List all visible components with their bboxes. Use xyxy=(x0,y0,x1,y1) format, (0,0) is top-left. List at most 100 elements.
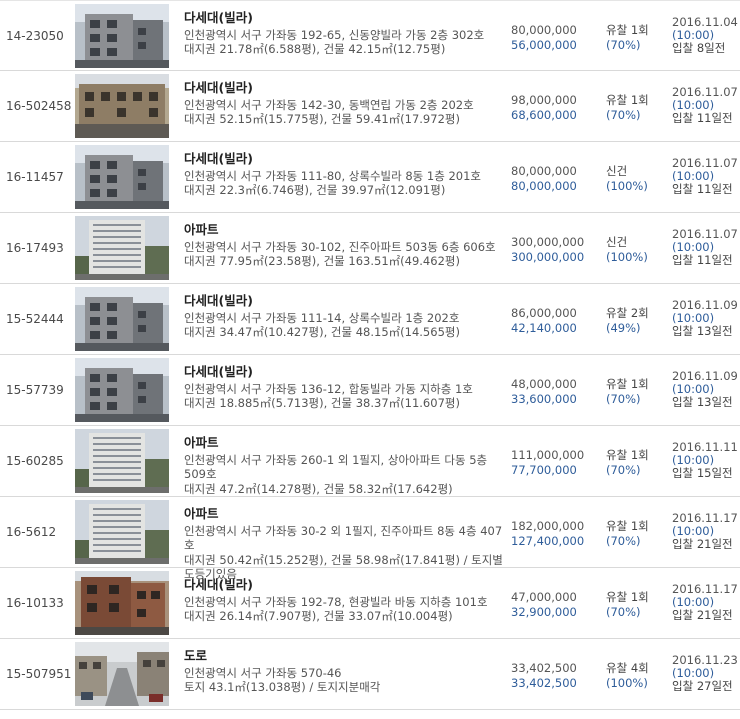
case-number[interactable]: 15-52444 xyxy=(6,284,64,354)
auction-row[interactable]: 15-57739 다세대(빌라) 인천광역시 서구 가좌동 136-12, 합동… xyxy=(0,355,740,426)
price-block: 86,000,000 42,140,000 xyxy=(511,306,577,335)
auction-status: 유찰 1회 (70%) xyxy=(606,23,649,52)
price-block: 80,000,000 56,000,000 xyxy=(511,23,577,52)
property-address: 인천광역시 서구 가좌동 136-12, 합동빌라 가동 지하층 1호 xyxy=(184,381,473,396)
villa-building-photo[interactable] xyxy=(75,287,169,351)
villa-building-photo[interactable] xyxy=(75,358,169,422)
status-label: 신건 xyxy=(606,235,628,249)
case-number[interactable]: 15-507951 xyxy=(6,639,71,709)
minimum-bid-price: 42,140,000 xyxy=(511,320,577,335)
appraisal-price: 48,000,000 xyxy=(511,377,577,391)
property-address: 인천광역시 서구 가좌동 260-1 외 1필지, 상아아파트 다동 5층 50… xyxy=(184,452,488,482)
auction-row[interactable]: 14-23050 다세대(빌라) 인천광역시 서구 가좌동 192-65, 신동… xyxy=(0,0,740,71)
property-type[interactable]: 다세대(빌라) xyxy=(184,80,504,96)
status-percent: (70%) xyxy=(606,462,641,477)
property-type[interactable]: 도로 xyxy=(184,648,504,664)
status-percent: (70%) xyxy=(606,604,641,619)
price-block: 300,000,000 300,000,000 xyxy=(511,235,584,264)
status-label: 유찰 4회 xyxy=(606,661,649,675)
villa-building-photo[interactable] xyxy=(75,145,169,209)
days-remaining: 입찰 21일전 xyxy=(672,537,733,551)
auction-status: 유찰 1회 (70%) xyxy=(606,93,649,122)
minimum-bid-price: 77,700,000 xyxy=(511,462,577,477)
days-remaining: 입찰 13일전 xyxy=(672,395,733,409)
property-address: 인천광역시 서구 가좌동 142-30, 동백연립 가동 2층 202호 xyxy=(184,97,474,112)
status-percent: (70%) xyxy=(606,533,641,548)
status-label: 신건 xyxy=(606,164,628,178)
case-number[interactable]: 16-502458 xyxy=(6,71,71,141)
minimum-bid-price: 300,000,000 xyxy=(511,249,585,264)
property-area: 대지권 47.2㎡(14.278평), 건물 58.32㎡(17.642평) xyxy=(184,481,453,496)
auction-row[interactable]: 15-52444 다세대(빌라) 인천광역시 서구 가좌동 111-14, 상록… xyxy=(0,284,740,355)
minimum-bid-price: 80,000,000 xyxy=(511,178,577,193)
property-info: 다세대(빌라) 인천광역시 서구 가좌동 111-14, 상록수빌라 1층 20… xyxy=(184,293,504,340)
row-house-photo[interactable] xyxy=(75,74,169,138)
property-area: 대지권 77.95㎡(23.58평), 건물 163.51㎡(49.462평) xyxy=(184,254,460,268)
auction-row[interactable]: 16-11457 다세대(빌라) 인천광역시 서구 가좌동 111-80, 상록… xyxy=(0,142,740,213)
appraisal-price: 182,000,000 xyxy=(511,519,585,533)
property-area: 토지 43.1㎡(13.038평) / 토지지분매각 xyxy=(184,680,381,694)
apartment-photo[interactable] xyxy=(75,216,169,280)
days-remaining: 입찰 21일전 xyxy=(672,608,733,622)
brick-building-photo[interactable] xyxy=(75,571,169,635)
days-remaining: 입찰 27일전 xyxy=(672,679,733,693)
case-number[interactable]: 16-5612 xyxy=(6,497,56,567)
property-type[interactable]: 다세대(빌라) xyxy=(184,364,504,380)
price-block: 33,402,500 33,402,500 xyxy=(511,661,577,690)
auction-status: 유찰 1회 (70%) xyxy=(606,590,649,619)
status-percent: (49%) xyxy=(606,320,641,335)
property-info: 다세대(빌라) 인천광역시 서구 가좌동 111-80, 상록수빌라 8동 1층… xyxy=(184,151,504,198)
property-info: 다세대(빌라) 인천광역시 서구 가좌동 142-30, 동백연립 가동 2층 … xyxy=(184,80,504,127)
property-info: 다세대(빌라) 인천광역시 서구 가좌동 192-78, 현광빌라 바동 지하층… xyxy=(184,577,504,624)
property-type[interactable]: 아파트 xyxy=(184,435,504,451)
price-block: 47,000,000 32,900,000 xyxy=(511,590,577,619)
case-number[interactable]: 16-17493 xyxy=(6,213,64,283)
property-type[interactable]: 아파트 xyxy=(184,222,504,238)
days-remaining: 입찰 11일전 xyxy=(672,111,733,125)
case-number[interactable]: 15-60285 xyxy=(6,426,64,496)
villa-building-photo[interactable] xyxy=(75,4,169,68)
auction-row[interactable]: 15-507951 도로 인천광역시 서구 가좌동 570-46 토지 43.1… xyxy=(0,639,740,710)
case-number[interactable]: 16-10133 xyxy=(6,568,64,638)
road-photo[interactable] xyxy=(75,642,169,706)
property-type[interactable]: 다세대(빌라) xyxy=(184,577,504,593)
auction-date: 2016.11.07 (10:00) 입찰 11일전 xyxy=(672,86,738,125)
property-type[interactable]: 다세대(빌라) xyxy=(184,10,504,26)
auction-row[interactable]: 16-5612 아파트 인천광역시 서구 가좌동 30-2 외 1필지, 진주아… xyxy=(0,497,740,581)
apartment-photo[interactable] xyxy=(75,500,169,564)
status-label: 유찰 1회 xyxy=(606,93,649,107)
days-remaining: 입찰 11일전 xyxy=(672,182,733,196)
auction-row[interactable]: 15-60285 아파트 인천광역시 서구 가좌동 260-1 외 1필지, 상… xyxy=(0,426,740,497)
auction-date: 2016.11.17 (10:00) 입찰 21일전 xyxy=(672,512,738,551)
property-type[interactable]: 아파트 xyxy=(184,506,504,522)
minimum-bid-price: 68,600,000 xyxy=(511,107,577,122)
auction-date: 2016.11.07 (10:00) 입찰 11일전 xyxy=(672,157,738,196)
auction-row[interactable]: 16-502458 다세대(빌라) 인천광역시 서구 가좌동 142-30, 동… xyxy=(0,71,740,142)
auction-status: 유찰 1회 (70%) xyxy=(606,448,649,477)
property-type[interactable]: 다세대(빌라) xyxy=(184,293,504,309)
minimum-bid-price: 32,900,000 xyxy=(511,604,577,619)
property-address: 인천광역시 서구 가좌동 192-65, 신동양빌라 가동 2층 302호 xyxy=(184,27,485,42)
appraisal-price: 98,000,000 xyxy=(511,93,577,107)
property-type[interactable]: 다세대(빌라) xyxy=(184,151,504,167)
days-remaining: 입찰 13일전 xyxy=(672,324,733,338)
case-number[interactable]: 16-11457 xyxy=(6,142,64,212)
property-address: 인천광역시 서구 가좌동 111-80, 상록수빌라 8동 1층 201호 xyxy=(184,168,481,183)
auction-status: 신건 (100%) xyxy=(606,164,648,193)
status-percent: (70%) xyxy=(606,107,641,122)
status-label: 유찰 1회 xyxy=(606,519,649,533)
apartment-photo[interactable] xyxy=(75,429,169,493)
property-address: 인천광역시 서구 가좌동 30-2 외 1필지, 진주아파트 8동 4층 407… xyxy=(184,523,503,553)
appraisal-price: 80,000,000 xyxy=(511,23,577,37)
case-number[interactable]: 14-23050 xyxy=(6,1,64,70)
auction-row[interactable]: 16-10133 다세대(빌라) 인천광역시 서구 가좌동 192-78, 현광… xyxy=(0,568,740,639)
status-label: 유찰 2회 xyxy=(606,306,649,320)
minimum-bid-price: 127,400,000 xyxy=(511,533,585,548)
auction-date: 2016.11.17 (10:00) 입찰 21일전 xyxy=(672,583,738,622)
appraisal-price: 300,000,000 xyxy=(511,235,585,249)
auction-date: 2016.11.04 (10:00) 입찰 8일전 xyxy=(672,16,738,55)
case-number[interactable]: 15-57739 xyxy=(6,355,64,425)
auction-row[interactable]: 16-17493 아파트 인천광역시 서구 가좌동 30-102, 진주아파트 … xyxy=(0,213,740,284)
auction-date: 2016.11.09 (10:00) 입찰 13일전 xyxy=(672,370,738,409)
property-address: 인천광역시 서구 가좌동 30-102, 진주아파트 503동 6층 606호 xyxy=(184,239,496,254)
